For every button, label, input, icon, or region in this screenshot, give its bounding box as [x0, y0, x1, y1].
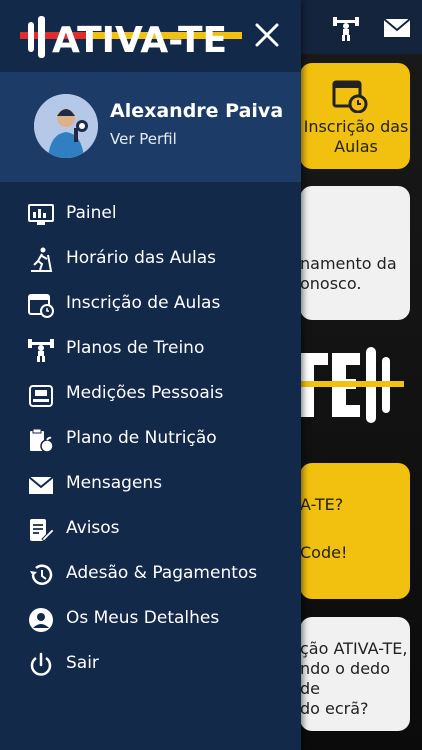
user-circle-icon	[29, 608, 53, 632]
menu-item-avisos[interactable]: Avisos	[0, 507, 301, 551]
menu-item-horario-aulas[interactable]: Horário das Aulas	[0, 237, 301, 281]
menu-label: Plano de Nutrição	[66, 428, 217, 448]
view-profile-link[interactable]: Ver Perfil	[110, 130, 177, 148]
weightlifter-icon[interactable]	[332, 14, 360, 42]
logo-text: ATIVA-TE	[52, 20, 227, 60]
card-text-line: namento da	[300, 254, 397, 273]
mail-icon[interactable]	[383, 14, 411, 42]
treadmill-icon	[31, 247, 53, 272]
menu-label: Mensagens	[66, 473, 163, 493]
calendar-clock-icon	[332, 80, 368, 113]
scale-icon	[29, 385, 53, 407]
menu-item-painel[interactable]: Painel	[0, 192, 301, 236]
class-signup-card[interactable]: Inscrição das Aulas	[300, 63, 410, 169]
nutrition-icon	[30, 428, 54, 453]
calendar-clock-icon	[28, 294, 54, 318]
menu-label: Painel	[66, 203, 117, 223]
menu-item-planos-treino[interactable]: Planos de Treino	[0, 327, 301, 371]
notes-icon	[30, 519, 54, 542]
menu-label: Medições Pessoais	[66, 383, 224, 403]
dashboard-icon	[28, 204, 54, 225]
card-text-line: Aulas	[334, 137, 378, 156]
athlete-avatar-icon	[34, 94, 98, 158]
menu-label: Avisos	[66, 518, 120, 538]
menu-item-inscricao-aulas[interactable]: Inscrição de Aulas	[0, 282, 301, 326]
card-text-line: A-TE?	[300, 495, 344, 514]
card-text-line: ção ATIVA-TE,	[300, 639, 408, 658]
tip-card: ção ATIVA-TE, ndo o dedo de do ecrã?	[300, 617, 410, 731]
app-info-card[interactable]: A-TE? Code!	[300, 463, 410, 599]
menu-label: Planos de Treino	[66, 338, 205, 358]
card-text-line: do ecrã?	[300, 699, 369, 718]
profile-name: Alexandre Paiva	[110, 100, 284, 122]
background-logo	[300, 347, 404, 423]
power-icon	[30, 652, 52, 676]
menu-item-plano-nutricao[interactable]: Plano de Nutrição	[0, 417, 301, 461]
weightlifter-icon	[28, 339, 54, 362]
menu-label: Sair	[66, 653, 99, 673]
menu-label: Inscrição de Aulas	[66, 293, 221, 313]
history-icon	[30, 564, 53, 585]
menu-label: Horário das Aulas	[66, 248, 216, 268]
profile-section[interactable]: Alexandre Paiva Ver Perfil	[0, 72, 301, 182]
mail-icon	[28, 476, 54, 494]
ativa-te-logo: ATIVA-TE	[20, 16, 242, 60]
drawer-header: ATIVA-TE	[0, 0, 301, 72]
card-text-line: Inscrição das	[303, 117, 409, 136]
welcome-card: namento da onosco.	[300, 186, 410, 320]
card-text-line: ndo o dedo de	[300, 659, 390, 698]
card-text-line: onosco.	[300, 274, 362, 293]
menu-label: Adesão & Pagamentos	[66, 563, 258, 583]
menu-item-sair[interactable]: Sair	[0, 642, 301, 686]
menu-item-meus-detalhes[interactable]: Os Meus Detalhes	[0, 597, 301, 641]
navigation-drawer: ATIVA-TE Alexandre Paiva Ver Perfil Pain…	[0, 0, 301, 750]
menu-item-medicoes-pessoais[interactable]: Medições Pessoais	[0, 372, 301, 416]
menu-item-adesao-pagamentos[interactable]: Adesão & Pagamentos	[0, 552, 301, 596]
avatar[interactable]	[34, 94, 98, 158]
menu-label: Os Meus Detalhes	[66, 608, 220, 628]
card-text-line: Code!	[300, 543, 348, 562]
menu-item-mensagens[interactable]: Mensagens	[0, 462, 301, 506]
close-icon[interactable]	[252, 20, 282, 50]
